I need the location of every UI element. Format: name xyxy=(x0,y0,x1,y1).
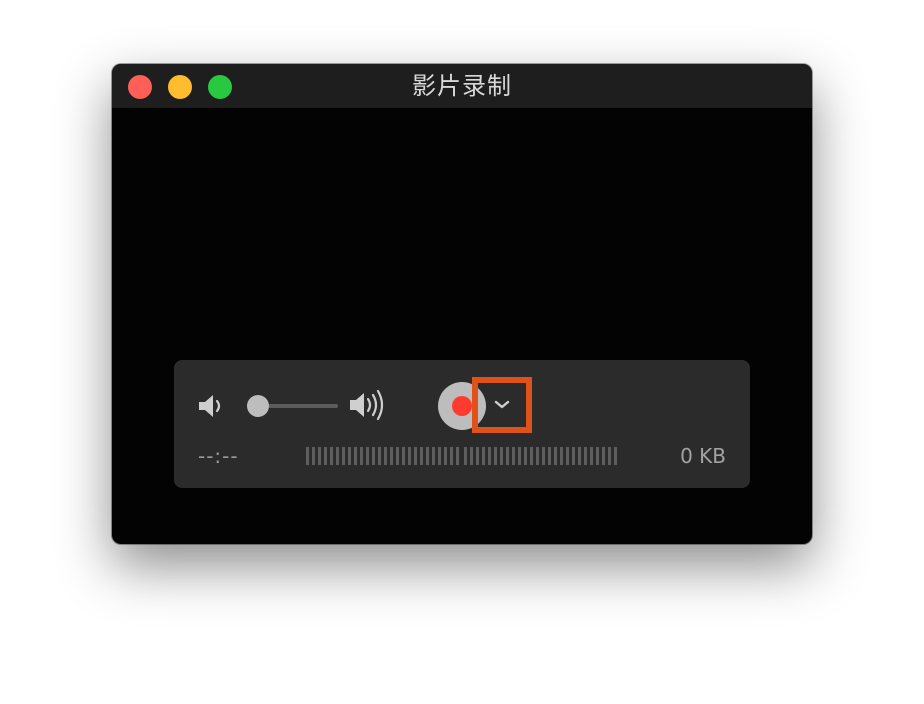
level-meter-tick xyxy=(572,447,575,465)
level-meter-tick xyxy=(584,447,587,465)
level-meter-tick xyxy=(372,447,375,465)
recording-controls-panel: --:-- 0 KB xyxy=(174,360,750,488)
video-recording-window: 影片录制 --:-- 0 KB xyxy=(112,64,812,544)
level-meter-tick xyxy=(530,447,533,465)
level-meter-tick xyxy=(524,447,527,465)
level-meter-tick xyxy=(402,447,405,465)
level-meter-tick xyxy=(464,447,467,465)
level-meter-tick xyxy=(426,447,429,465)
level-meter-tick xyxy=(470,447,473,465)
level-meter-tick xyxy=(318,447,321,465)
level-meter-tick xyxy=(488,447,491,465)
level-meter-tick xyxy=(336,447,339,465)
level-meter-tick xyxy=(366,447,369,465)
level-meter-tick xyxy=(306,447,309,465)
file-size: 0 KB xyxy=(680,444,726,468)
volume-slider-track[interactable] xyxy=(258,404,338,408)
title-bar[interactable]: 影片录制 xyxy=(112,64,812,109)
level-meter-tick xyxy=(506,447,509,465)
level-meter-tick xyxy=(324,447,327,465)
level-meter-tick xyxy=(450,447,453,465)
window-title: 影片录制 xyxy=(412,72,512,100)
options-dropdown-highlight xyxy=(472,377,532,433)
level-meter-tick xyxy=(312,447,315,465)
level-meter-tick xyxy=(560,447,563,465)
level-meter-tick xyxy=(414,447,417,465)
level-meter-tick xyxy=(494,447,497,465)
level-meter-tick xyxy=(444,447,447,465)
level-meter-tick xyxy=(554,447,557,465)
speaker-high-icon[interactable] xyxy=(348,388,394,422)
elapsed-time: --:-- xyxy=(198,444,239,468)
level-meter-tick xyxy=(396,447,399,465)
level-meter-tick xyxy=(378,447,381,465)
level-meter-tick xyxy=(408,447,411,465)
level-meter-tick xyxy=(438,447,441,465)
level-meter-tick xyxy=(590,447,593,465)
level-meter-tick xyxy=(608,447,611,465)
level-meter-tick xyxy=(476,447,479,465)
level-meter-tick xyxy=(542,447,545,465)
record-icon xyxy=(452,396,472,416)
speaker-low-icon[interactable] xyxy=(196,392,226,420)
level-meter-tick xyxy=(390,447,393,465)
level-meter-tick xyxy=(330,447,333,465)
level-meter-tick xyxy=(596,447,599,465)
level-meter-tick xyxy=(566,447,569,465)
level-meter-tick xyxy=(602,447,605,465)
level-meter-tick xyxy=(548,447,551,465)
level-meter-tick xyxy=(432,447,435,465)
level-meter-tick xyxy=(578,447,581,465)
level-meter-tick xyxy=(518,447,521,465)
level-meter-tick xyxy=(456,447,459,465)
level-meter-tick xyxy=(354,447,357,465)
level-meter-tick xyxy=(420,447,423,465)
level-meter-tick xyxy=(348,447,351,465)
level-meter-tick xyxy=(512,447,515,465)
audio-level-meter xyxy=(306,447,617,465)
level-meter-tick xyxy=(384,447,387,465)
level-meter-tick xyxy=(342,447,345,465)
chevron-down-icon[interactable] xyxy=(490,393,514,417)
level-meter-tick xyxy=(360,447,363,465)
level-meter-tick xyxy=(536,447,539,465)
level-meter-tick xyxy=(500,447,503,465)
level-meter-tick xyxy=(614,447,617,465)
volume-slider-knob[interactable] xyxy=(247,395,269,417)
level-meter-tick xyxy=(482,447,485,465)
